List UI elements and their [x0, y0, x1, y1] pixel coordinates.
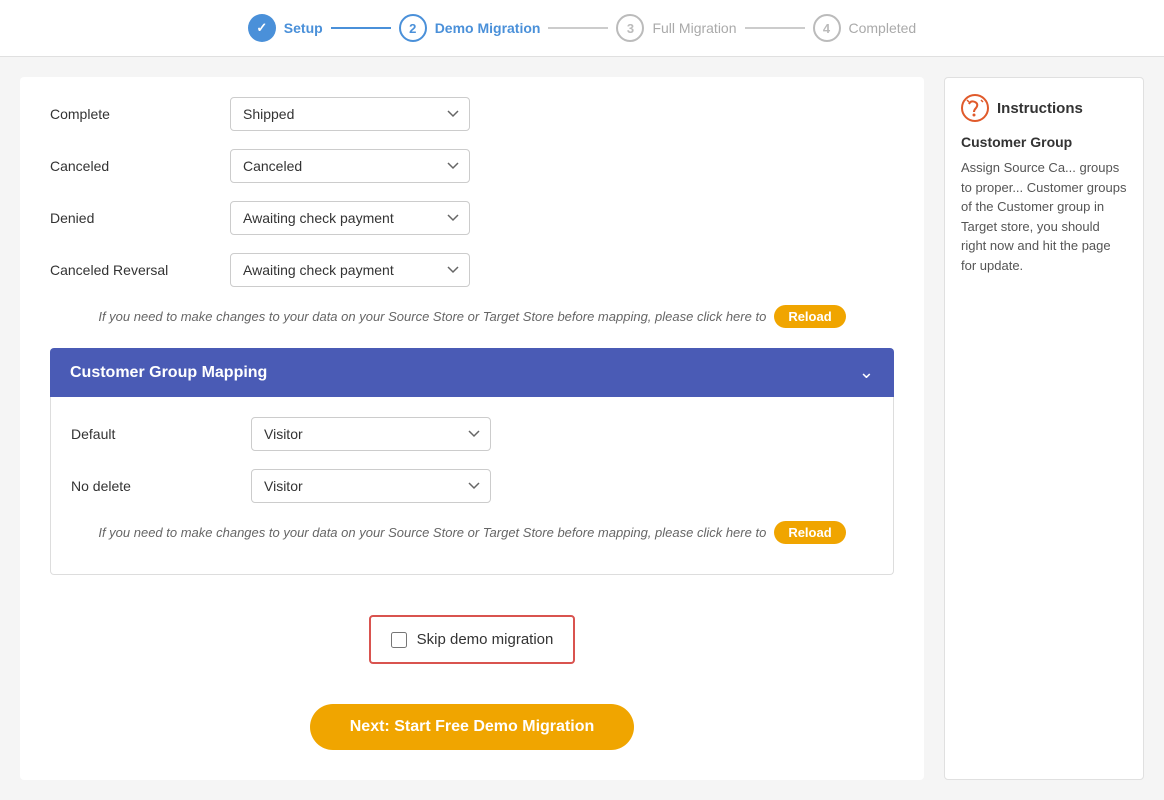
step-setup: ✓ Setup: [248, 14, 323, 42]
select-canceled-reversal[interactable]: Shipped Canceled Awaiting check payment …: [230, 253, 470, 287]
step-2-circle: 2: [399, 14, 427, 42]
sidebar-text: Assign Source Ca... groups to proper... …: [961, 158, 1127, 275]
sidebar-header: Instructions: [961, 94, 1127, 122]
step-3-label: Full Migration: [652, 20, 736, 36]
main-layout: Complete Shipped Canceled Awaiting check…: [0, 57, 1164, 800]
cg-row-nodelete: No delete Visitor General Wholesale: [71, 469, 873, 503]
step-4-circle: 4: [813, 14, 841, 42]
label-canceled-reversal: Canceled Reversal: [50, 262, 210, 278]
next-button-wrapper: Next: Start Free Demo Migration: [50, 704, 894, 750]
skip-demo-checkbox[interactable]: [391, 632, 407, 648]
step-4-label: Completed: [849, 20, 917, 36]
order-row-canceled: Canceled Shipped Canceled Awaiting check…: [50, 149, 894, 183]
skip-demo-container: Skip demo migration: [369, 615, 576, 664]
label-complete: Complete: [50, 106, 210, 122]
label-nodelete: No delete: [71, 478, 231, 494]
order-row-complete: Complete Shipped Canceled Awaiting check…: [50, 97, 894, 131]
customer-group-header[interactable]: Customer Group Mapping ⌄: [50, 348, 894, 397]
next-button[interactable]: Next: Start Free Demo Migration: [310, 704, 634, 750]
sidebar-title: Instructions: [997, 100, 1083, 117]
label-canceled: Canceled: [50, 158, 210, 174]
order-reload-text: If you need to make changes to your data…: [98, 309, 766, 324]
instructions-icon: [961, 94, 989, 122]
order-reload-button[interactable]: Reload: [774, 305, 845, 328]
step-completed: 4 Completed: [813, 14, 917, 42]
step-line-2-3: [548, 27, 608, 29]
step-1-label: Setup: [284, 20, 323, 36]
step-2-label: Demo Migration: [435, 20, 541, 36]
stepper: ✓ Setup 2 Demo Migration 3 Full Migratio…: [0, 0, 1164, 57]
step-demo-migration: 2 Demo Migration: [399, 14, 541, 42]
step-1-circle: ✓: [248, 14, 276, 42]
order-reload-row: If you need to make changes to your data…: [50, 305, 894, 328]
chevron-down-icon: ⌄: [859, 362, 874, 383]
select-default[interactable]: Visitor General Wholesale: [251, 417, 491, 451]
step-3-circle: 3: [616, 14, 644, 42]
customer-group-body: Default Visitor General Wholesale No del…: [50, 397, 894, 575]
cg-reload-row: If you need to make changes to your data…: [71, 521, 873, 544]
label-default: Default: [71, 426, 231, 442]
select-nodelete[interactable]: Visitor General Wholesale: [251, 469, 491, 503]
order-row-denied: Denied Shipped Canceled Awaiting check p…: [50, 201, 894, 235]
order-row-canceled-reversal: Canceled Reversal Shipped Canceled Await…: [50, 253, 894, 287]
step-full-migration: 3 Full Migration: [616, 14, 736, 42]
customer-group-title: Customer Group Mapping: [70, 364, 267, 382]
sidebar-panel: Instructions Customer Group Assign Sourc…: [944, 77, 1144, 780]
skip-demo-label[interactable]: Skip demo migration: [417, 631, 554, 648]
select-canceled[interactable]: Shipped Canceled Awaiting check payment …: [230, 149, 470, 183]
label-denied: Denied: [50, 210, 210, 226]
step-line-3-4: [745, 27, 805, 29]
cg-reload-text: If you need to make changes to your data…: [98, 525, 766, 540]
content-area: Complete Shipped Canceled Awaiting check…: [20, 77, 924, 780]
cg-reload-button[interactable]: Reload: [774, 521, 845, 544]
cg-row-default: Default Visitor General Wholesale: [71, 417, 873, 451]
step-line-1-2: [331, 27, 391, 29]
select-denied[interactable]: Shipped Canceled Awaiting check payment …: [230, 201, 470, 235]
sidebar-section-title: Customer Group: [961, 134, 1127, 150]
select-complete[interactable]: Shipped Canceled Awaiting check payment …: [230, 97, 470, 131]
